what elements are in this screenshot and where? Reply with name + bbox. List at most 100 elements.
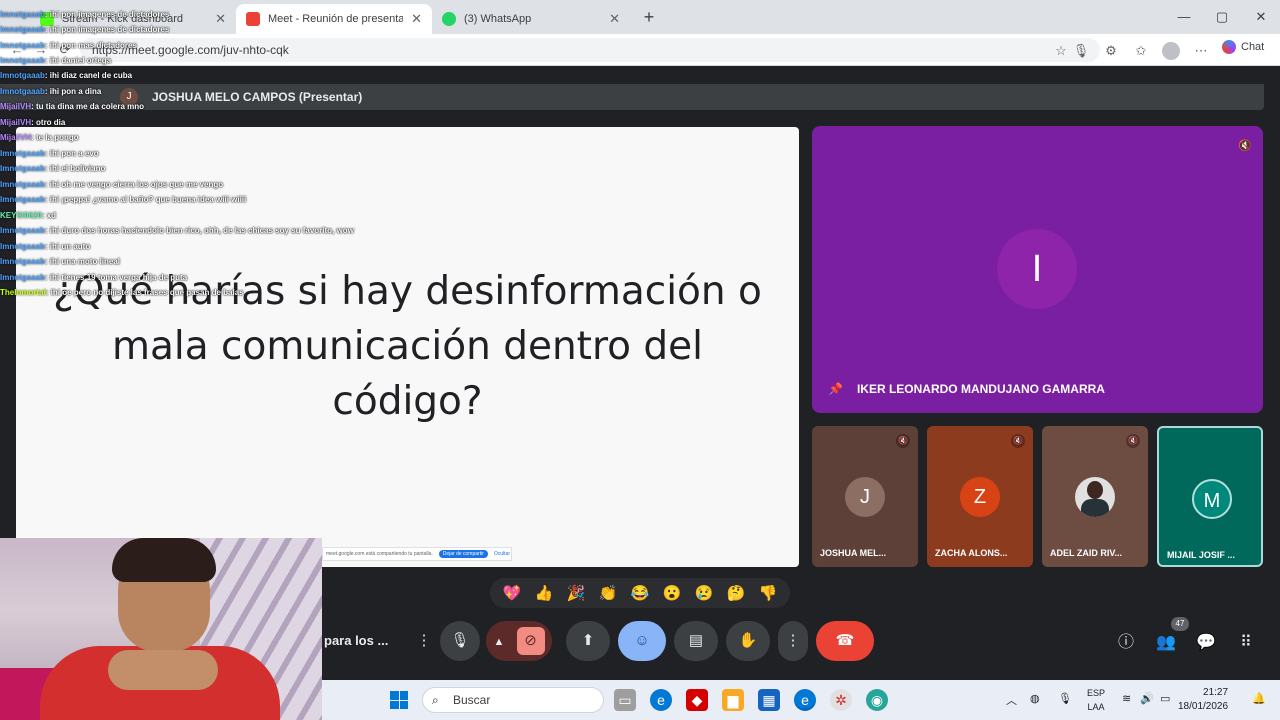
webcam-person-hair	[112, 538, 216, 582]
meet-icon	[246, 12, 260, 26]
reaction-clap[interactable]: 👏	[599, 584, 618, 602]
mic-off-icon: 🔇	[1011, 434, 1025, 448]
file-explorer-icon[interactable]: ▆	[722, 689, 744, 711]
activities-icon[interactable]: ⠿	[1234, 631, 1258, 655]
task-view-icon[interactable]: ▭	[614, 689, 636, 711]
reaction-thumbs-down[interactable]: 👎	[759, 584, 778, 602]
close-window-button[interactable]: ✕	[1251, 8, 1271, 26]
tab-title: Meet - Reunión de presentaci	[268, 13, 404, 25]
lang-top: ESP	[1087, 688, 1106, 698]
wifi-icon[interactable]: ≋	[1122, 692, 1131, 705]
shared-slide: ¿Qué harías si hay desinformación o mala…	[16, 127, 799, 567]
pin-icon[interactable]: 📌	[828, 382, 843, 396]
pinned-participant-tile[interactable]: 🔇 I 📌 IKER LEONARDO MANDUJANO GAMARRA	[812, 126, 1263, 413]
profile-photo	[1075, 477, 1115, 517]
url-field[interactable]: https://meet.google.com/juv-nhto-cqk	[80, 38, 1100, 62]
participant-tile-self[interactable]: M MIJAIL JOSIF ...	[1157, 426, 1263, 567]
profile-avatar[interactable]	[1162, 42, 1180, 60]
reaction-heart[interactable]: 💖	[503, 584, 522, 602]
participant-name: JOSHUA MEL...	[820, 548, 887, 558]
edge-app-icon[interactable]: e	[650, 689, 672, 711]
close-icon[interactable]: ✕	[609, 11, 620, 27]
avatar: J	[845, 477, 885, 517]
chat-icon[interactable]: 💬	[1194, 631, 1218, 655]
copilot-icon	[1222, 40, 1236, 54]
maximize-button[interactable]: ▢	[1212, 8, 1232, 26]
participant-name: MIJAIL JOSIF ...	[1167, 550, 1235, 560]
battery-icon[interactable]: ▭	[1160, 692, 1170, 705]
presenter-label: JOSHUA MELO CAMPOS (Presentar)	[152, 90, 363, 104]
reaction-surprised[interactable]: 😮	[663, 584, 682, 602]
hide-banner-button[interactable]: Ocultar	[494, 551, 510, 557]
people-icon[interactable]: 👥	[1154, 631, 1178, 655]
minimize-button[interactable]: —	[1174, 8, 1194, 26]
mic-icon[interactable]: 🎙	[1072, 42, 1090, 60]
windows-start-icon[interactable]	[390, 691, 408, 709]
reaction-laugh[interactable]: 😂	[631, 584, 650, 602]
meeting-title: para los ...	[324, 633, 389, 648]
presentation-bar: J JOSHUA MELO CAMPOS (Presentar)	[0, 84, 1264, 110]
tab-kick[interactable]: Stream - Kick dashboard ✕	[30, 4, 236, 34]
raise-hand-button[interactable]: ✋	[726, 621, 770, 661]
participant-tile[interactable]: 🔇 Z ZACHA ALONS...	[927, 426, 1033, 567]
back-icon[interactable]: ←	[8, 41, 26, 59]
close-icon[interactable]: ✕	[215, 11, 226, 27]
forward-icon[interactable]: →	[32, 41, 50, 59]
store-icon[interactable]: ▦	[758, 689, 780, 711]
mic-off-icon: 🔇	[1238, 140, 1252, 152]
tab-meet[interactable]: Meet - Reunión de presentaci ✕	[236, 4, 432, 34]
volume-icon[interactable]: 🔊	[1140, 692, 1154, 705]
more-menu-icon[interactable]: ⋯	[1192, 42, 1210, 60]
participant-name: IKER LEONARDO MANDUJANO GAMARRA	[856, 382, 1105, 396]
camera-off-icon: ⊘	[516, 627, 545, 655]
meeting-info-icon[interactable]: ⓘ	[1114, 631, 1138, 655]
search-placeholder: Buscar	[453, 693, 491, 707]
participant-tile[interactable]: 🔇 J JOSHUA MEL...	[812, 426, 918, 567]
tray-mic-icon[interactable]: 🎙	[1058, 692, 1072, 705]
tray-overflow-icon[interactable]: ︿	[1006, 692, 1017, 708]
close-icon[interactable]: ✕	[411, 11, 422, 27]
camera-button[interactable]: ▲ ⊘	[486, 621, 552, 661]
reaction-thumbs-up[interactable]: 👍	[535, 584, 554, 602]
copilot-chat-button[interactable]: Chat	[1222, 40, 1264, 54]
app-icon-red[interactable]: ◆	[686, 689, 708, 711]
browser-tab-strip: Stream - Kick dashboard ✕ Meet - Reunión…	[0, 0, 1280, 34]
app-icon-teal[interactable]: ◉	[866, 689, 888, 711]
search-icon: ⌕	[432, 693, 439, 707]
reload-icon[interactable]: ⟳	[56, 41, 74, 59]
reaction-thinking[interactable]: 🤔	[727, 584, 746, 602]
taskbar-clock[interactable]: 21:27 18/01/2026	[1178, 686, 1228, 714]
share-banner-text: meet.google.com está compartiendo tu pan…	[326, 551, 433, 557]
reactions-bar: 💖 👍 🎉 👏 😂 😮 😢 🤔 👎	[490, 578, 790, 608]
avatar: I	[997, 229, 1077, 309]
tab-title: Stream - Kick dashboard	[62, 13, 184, 25]
tray-app-icon[interactable]: ◍	[1030, 692, 1040, 705]
leave-call-button[interactable]: ☎	[816, 621, 874, 661]
microphone-button[interactable]: 🎙	[440, 621, 480, 661]
tab-title: (3) WhatsApp	[464, 13, 532, 25]
edge-active-icon[interactable]: e	[794, 689, 816, 711]
avatar: Z	[960, 477, 1000, 517]
extensions-icon[interactable]: ⚙	[1102, 42, 1120, 60]
app-icon-gear[interactable]: ✲	[830, 689, 852, 711]
tab-whatsapp[interactable]: (3) WhatsApp ✕	[432, 4, 630, 34]
chevron-up-icon[interactable]: ▲	[493, 636, 504, 648]
bookmark-star-icon[interactable]: ☆	[1052, 42, 1070, 60]
notification-bell-icon[interactable]: 🔔	[1252, 692, 1266, 705]
reaction-party[interactable]: 🎉	[567, 584, 586, 602]
reaction-sad[interactable]: 😢	[695, 584, 714, 602]
taskbar-search-box[interactable]: ⌕ Buscar	[422, 687, 604, 713]
captions-button[interactable]: ▤	[674, 621, 718, 661]
present-screen-button[interactable]: ⬆	[566, 621, 610, 661]
more-options-icon[interactable]: ⋮	[778, 621, 808, 661]
stop-sharing-button[interactable]: Dejar de compartir	[438, 550, 488, 558]
avatar: M	[1192, 479, 1232, 519]
mic-off-icon: 🔇	[1126, 434, 1140, 448]
send-reaction-button[interactable]: ☺	[618, 621, 666, 661]
participant-name: ADEL ZAID RIV...	[1050, 548, 1123, 558]
new-tab-button[interactable]: +	[640, 6, 658, 28]
language-indicator[interactable]: ESP LAA	[1087, 686, 1105, 714]
favorites-icon[interactable]: ✩	[1132, 42, 1150, 60]
participant-tile[interactable]: 🔇 ADEL ZAID RIV...	[1042, 426, 1148, 567]
screen-share-banner: meet.google.com está compartiendo tu pan…	[322, 547, 512, 561]
